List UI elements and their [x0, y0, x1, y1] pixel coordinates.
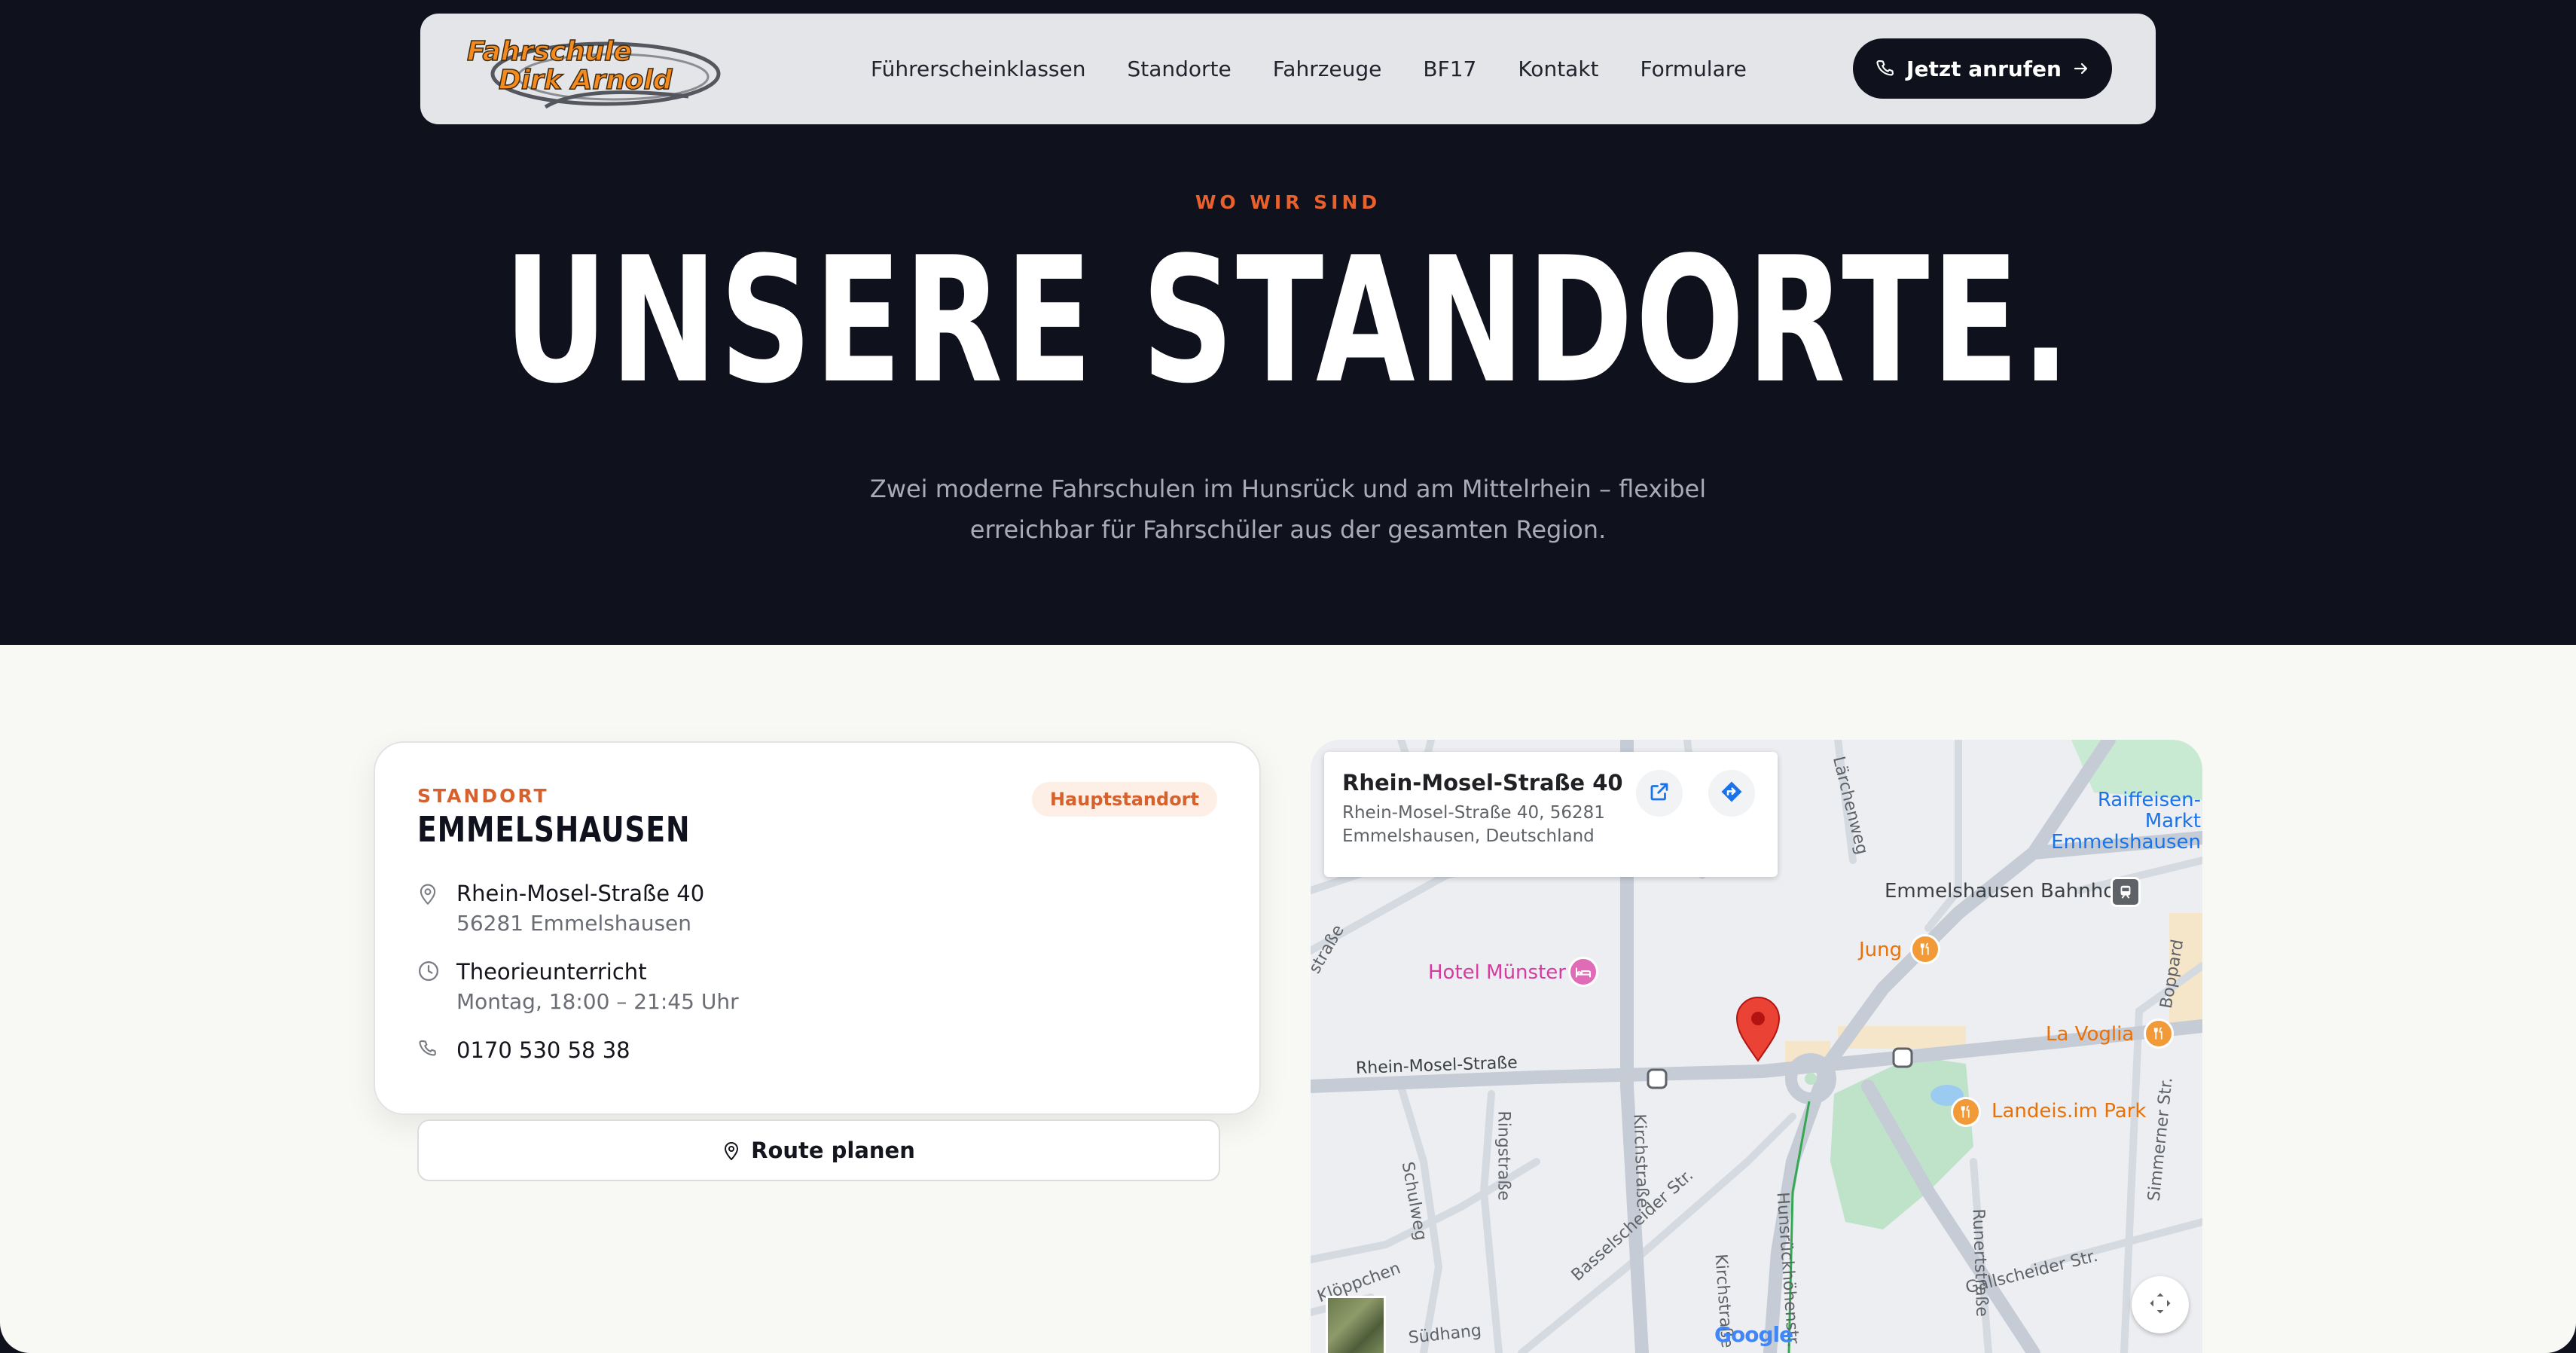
- call-button-label: Jetzt anrufen: [1906, 56, 2062, 81]
- nav-link-bf17[interactable]: BF17: [1423, 57, 1476, 81]
- poi-hotel[interactable]: Hotel Münster: [1428, 961, 1566, 984]
- fullscreen-icon: [2147, 1290, 2174, 1320]
- lesson-title: Theorieunterricht: [456, 959, 647, 985]
- logo-text-line2: Dirk Arnold: [499, 65, 673, 96]
- street-label-kirchstrasse-1: Kirchstraße: [1629, 1113, 1652, 1209]
- phone-number[interactable]: 0170 530 58 38: [456, 1035, 630, 1065]
- restaurant-icon[interactable]: [1910, 934, 1940, 964]
- directions-button[interactable]: [1708, 770, 1755, 817]
- clock-icon: [417, 957, 440, 1017]
- phone-row[interactable]: 0170 530 58 38: [417, 1035, 630, 1065]
- google-logo-text: Google: [1714, 1322, 1793, 1347]
- map-embed[interactable]: Rhein-Mosel-Straße 40 Rhein-Mosel-Straße…: [1311, 740, 2202, 1353]
- external-link-icon: [1648, 780, 1671, 806]
- route-button[interactable]: Route planen: [417, 1119, 1220, 1181]
- satellite-toggle[interactable]: [1326, 1296, 1386, 1353]
- page-title: UNSERE STANDORTE.: [503, 221, 2073, 422]
- street-label-ringstrasse: Ringstraße: [1494, 1110, 1513, 1201]
- restaurant-icon[interactable]: [1951, 1097, 1981, 1127]
- nav-link-fuehrerscheinklassen[interactable]: Führerscheinklassen: [871, 57, 1085, 81]
- street-label-runertstrasse: Runertstraße: [1968, 1208, 1992, 1318]
- open-in-maps-button[interactable]: [1636, 770, 1683, 817]
- poi-raiffeisen[interactable]: Raiffeisen-Markt Emmelshausen: [2043, 790, 2201, 853]
- poi-jung[interactable]: Jung: [1859, 939, 1902, 961]
- google-logo: Google: [1714, 1322, 1793, 1347]
- lesson-row: Theorieunterricht Montag, 18:00 – 21:45 …: [417, 957, 739, 1017]
- logo-text-line1: Fahrschule: [467, 36, 632, 67]
- poi-landeis[interactable]: Landeis.im Park: [1992, 1100, 2146, 1122]
- lesson-time: Montag, 18:00 – 21:45 Uhr: [456, 989, 739, 1014]
- restaurant-icon[interactable]: [2144, 1019, 2174, 1049]
- hotel-icon[interactable]: [1568, 957, 1598, 987]
- train-station-icon[interactable]: [2111, 877, 2141, 907]
- hero-section: Fahrschule Dirk Arnold Führerscheinklass…: [0, 0, 2576, 645]
- location-card: STANDORT EMMELSHAUSEN Hauptstandort Rhei…: [374, 741, 1261, 1181]
- arrow-right-icon: [2072, 60, 2090, 78]
- directions-icon: [1719, 779, 1744, 808]
- logo[interactable]: Fahrschule Dirk Arnold: [462, 24, 725, 115]
- logo-swoosh-icon: Fahrschule Dirk Arnold: [466, 35, 721, 109]
- poi-lavoglia[interactable]: La Voglia: [2046, 1023, 2134, 1046]
- fullscreen-button[interactable]: [2132, 1276, 2189, 1333]
- hero-eyebrow: WO WIR SIND: [1195, 191, 1381, 213]
- map-info-address: Rhein-Mosel-Straße 40, 56281 Emmelshause…: [1342, 803, 1605, 846]
- map-info-title: Rhein-Mosel-Straße 40: [1342, 770, 1623, 796]
- map-pin-icon: [722, 1140, 740, 1161]
- nav-link-fahrzeuge[interactable]: Fahrzeuge: [1273, 57, 1382, 81]
- map-pin-icon: [417, 878, 440, 939]
- main-nav: Führerscheinklassen Standorte Fahrzeuge …: [871, 14, 1747, 124]
- route-button-label: Route planen: [751, 1138, 915, 1163]
- nav-link-standorte[interactable]: Standorte: [1127, 57, 1231, 81]
- phone-icon: [417, 1035, 440, 1065]
- address-street: Rhein-Mosel-Straße 40: [456, 881, 705, 906]
- nav-link-formulare[interactable]: Formulare: [1641, 57, 1747, 81]
- phone-icon: [1875, 58, 1896, 79]
- map-info-window: Rhein-Mosel-Straße 40 Rhein-Mosel-Straße…: [1324, 752, 1778, 877]
- location-name: EMMELSHAUSEN: [417, 809, 691, 850]
- location-label: STANDORT: [417, 785, 549, 807]
- address-city: 56281 Emmelshausen: [456, 911, 692, 936]
- call-button[interactable]: Jetzt anrufen: [1853, 38, 2112, 99]
- navbar: Fahrschule Dirk Arnold Führerscheinklass…: [420, 14, 2156, 124]
- locations-section: STANDORT EMMELSHAUSEN Hauptstandort Rhei…: [0, 645, 2576, 1353]
- main-location-badge: Hauptstandort: [1031, 782, 1217, 817]
- hero-subtitle: Zwei moderne Fahrschulen im Hunsrück und…: [869, 475, 1707, 544]
- nav-link-kontakt[interactable]: Kontakt: [1518, 57, 1598, 81]
- poi-bahnhof[interactable]: Emmelshausen Bahnhof: [1885, 880, 2122, 903]
- address-row: Rhein-Mosel-Straße 40 56281 Emmelshausen: [417, 878, 704, 939]
